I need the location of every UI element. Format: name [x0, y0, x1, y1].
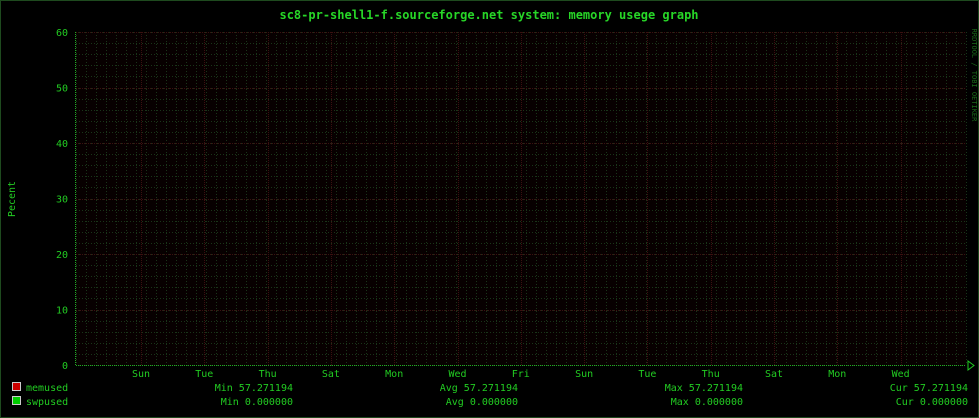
x-tick-label: Mon	[385, 369, 403, 380]
x-tick-label: Tue	[195, 369, 213, 380]
x-tick-label: Sun	[575, 369, 593, 380]
y-tick-label: 40	[56, 139, 68, 150]
x-tick-label: Wed	[448, 369, 466, 380]
x-tick-label: Sat	[322, 369, 340, 380]
x-tick-label: Thu	[259, 369, 277, 380]
legend-cur-swpused: Cur 0.000000	[896, 397, 968, 408]
legend-min-memused: Min 57.271194	[215, 383, 293, 394]
x-tick-label: Mon	[828, 369, 846, 380]
x-tick-label: Tue	[638, 369, 656, 380]
x-axis-arrow	[967, 360, 975, 371]
y-tick-label: 0	[62, 361, 68, 372]
y-tick-label: 30	[56, 195, 68, 206]
y-tick-label: 50	[56, 84, 68, 95]
legend-swatch-swpused	[12, 396, 21, 405]
x-tick-label: Wed	[892, 369, 910, 380]
legend-label-memused: memused	[26, 383, 68, 394]
chart-title: sc8-pr-shell1-f.sourceforge.net system: …	[279, 8, 698, 22]
rrdtool-watermark: RRDTOOL / TOBI OETIKER	[970, 29, 978, 123]
x-tick-label: Thu	[702, 369, 720, 380]
legend-label-swpused: swpused	[26, 397, 68, 408]
y-tick-label: 60	[56, 28, 68, 39]
legend-cur-memused: Cur 57.271194	[890, 383, 968, 394]
memory-usage-chart: Sun Tue Thu Sat Mon Wed Fri Sun Tue Thu Sat Mon Wed 0…	[7, 8, 978, 408]
legend-avg-memused: Avg 57.271194	[440, 383, 518, 394]
legend-max-swpused: Max 0.000000	[671, 397, 743, 408]
y-tick-label: 20	[56, 250, 68, 261]
x-tick-label: Sun	[132, 369, 150, 380]
x-tick-label: Fri	[512, 369, 530, 380]
legend-swatch-memused	[12, 382, 21, 391]
legend-max-memused: Max 57.271194	[665, 383, 743, 394]
legend-avg-swpused: Avg 0.000000	[446, 397, 518, 408]
y-tick-label: 10	[56, 306, 68, 317]
legend-min-swpused: Min 0.000000	[221, 397, 293, 408]
x-tick-label: Sat	[765, 369, 783, 380]
y-axis-label: Pecent	[7, 181, 18, 217]
